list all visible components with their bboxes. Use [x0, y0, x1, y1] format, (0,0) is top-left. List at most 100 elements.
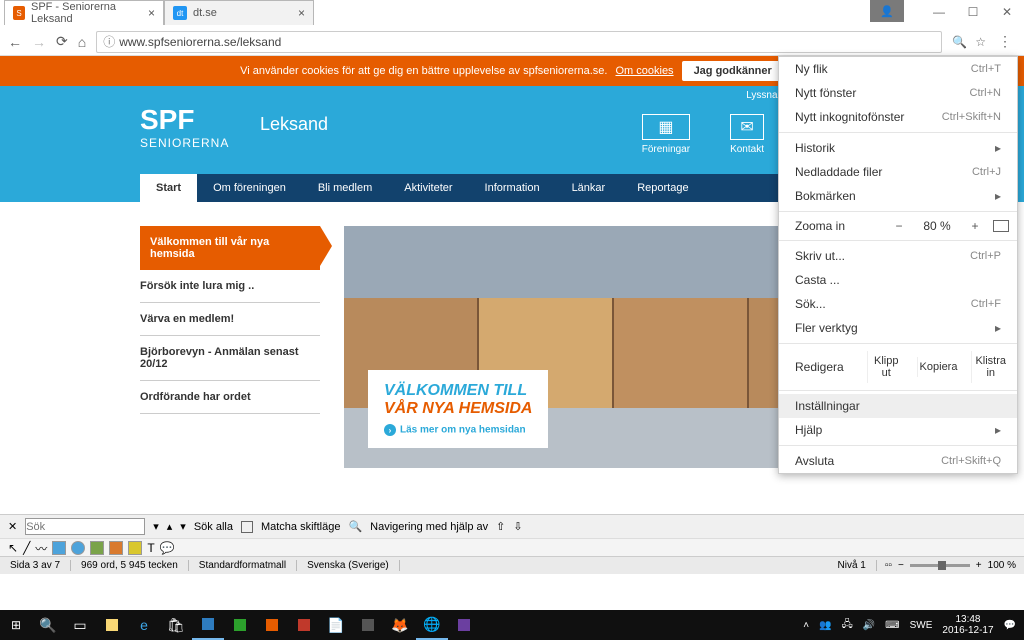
notifications-icon[interactable]: 💬: [1004, 620, 1016, 631]
keyboard-icon[interactable]: ⌨: [885, 620, 899, 631]
writer-icon[interactable]: [192, 610, 224, 640]
nav-up-icon[interactable]: ⇧: [496, 520, 505, 533]
zoom-in-button[interactable]: +: [965, 219, 985, 233]
start-button[interactable]: ⊞: [0, 610, 32, 640]
reload-icon[interactable]: ⟳: [56, 33, 68, 50]
search-icon[interactable]: 🔍: [32, 610, 64, 640]
app-icon[interactable]: [448, 610, 480, 640]
tray-up-icon[interactable]: ˄: [803, 620, 809, 631]
star-icon[interactable]: ☆: [975, 35, 986, 49]
site-logo[interactable]: SPF SENIORERNA: [140, 104, 229, 150]
foreningar-link[interactable]: ▦Föreningar: [642, 114, 690, 155]
find-prev-icon[interactable]: ▴: [167, 520, 173, 533]
taskview-icon[interactable]: ▭: [64, 610, 96, 640]
menu-help[interactable]: Hjälp▸: [779, 418, 1017, 442]
menu-settings[interactable]: Inställningar: [779, 394, 1017, 418]
home-icon[interactable]: ⌂: [78, 34, 86, 50]
menu-incognito[interactable]: Nytt inkognitofönsterCtrl+Skift+N: [779, 105, 1017, 129]
close-icon[interactable]: ×: [148, 6, 155, 20]
cookie-accept-button[interactable]: Jag godkänner: [682, 61, 784, 81]
menu-exit[interactable]: AvslutaCtrl+Skift+Q: [779, 449, 1017, 473]
list-item[interactable]: Björborevyn - Anmälan senast 20/12: [140, 336, 320, 381]
address-bar[interactable]: ⓘ www.spfseniorerna.se/leksand: [96, 31, 942, 53]
top-link[interactable]: Lyssna: [746, 90, 777, 101]
matchcase-checkbox[interactable]: [241, 521, 253, 533]
shape-icon[interactable]: [109, 541, 123, 555]
edge-icon[interactable]: e: [128, 610, 160, 640]
list-item[interactable]: Välkommen till vår nya hemsida: [140, 226, 320, 270]
rect-icon[interactable]: [52, 541, 66, 555]
kontakt-link[interactable]: ✉Kontakt: [730, 114, 764, 155]
people-icon[interactable]: 👥: [819, 620, 831, 631]
shape-icon[interactable]: [90, 541, 104, 555]
nav-information[interactable]: Information: [469, 174, 556, 202]
language-indicator[interactable]: SWE: [910, 620, 933, 631]
nav-down-icon[interactable]: ⇩: [513, 520, 522, 533]
list-item[interactable]: Försök inte lura mig ..: [140, 270, 320, 303]
explorer-icon[interactable]: [96, 610, 128, 640]
close-findbar-icon[interactable]: ✕: [8, 520, 17, 533]
menu-print[interactable]: Skriv ut...Ctrl+P: [779, 244, 1017, 268]
cut-button[interactable]: Klipp ut: [867, 351, 905, 383]
pointer-icon[interactable]: ↖: [8, 541, 18, 555]
menu-downloads[interactable]: Nedladdade filerCtrl+J: [779, 160, 1017, 184]
menu-cast[interactable]: Casta ...: [779, 268, 1017, 292]
nav-bli[interactable]: Bli medlem: [302, 174, 388, 202]
callout-icon[interactable]: 💬: [160, 541, 175, 555]
star-icon[interactable]: [128, 541, 142, 555]
menu-more-tools[interactable]: Fler verktyg▸: [779, 316, 1017, 340]
nav-icon[interactable]: 🔍: [348, 520, 362, 533]
nav-aktiviteter[interactable]: Aktiviteter: [388, 174, 468, 202]
menu-bookmarks[interactable]: Bokmärken▸: [779, 184, 1017, 208]
app-icon[interactable]: [256, 610, 288, 640]
menu-new-tab[interactable]: Ny flikCtrl+T: [779, 57, 1017, 81]
find-all-button[interactable]: Sök alla: [194, 521, 233, 533]
ellipse-icon[interactable]: [71, 541, 85, 555]
menu-new-window[interactable]: Nytt fönsterCtrl+N: [779, 81, 1017, 105]
find-next-icon[interactable]: ▾: [180, 520, 186, 533]
browser-tab-dt[interactable]: dt dt.se ×: [164, 0, 314, 25]
zoom-control[interactable]: ▫▫ −+ 100 %: [877, 560, 1024, 571]
paste-button[interactable]: Klistra in: [971, 351, 1009, 383]
app-icon[interactable]: [288, 610, 320, 640]
zoom-slider[interactable]: [910, 564, 970, 567]
forward-icon[interactable]: →: [32, 34, 46, 50]
firefox-icon[interactable]: 🦊: [384, 610, 416, 640]
zoom-out-button[interactable]: −: [889, 219, 909, 233]
list-item[interactable]: Ordförande har ordet: [140, 381, 320, 414]
menu-find[interactable]: Sök...Ctrl+F: [779, 292, 1017, 316]
store-icon[interactable]: 🛍: [160, 610, 192, 640]
list-item[interactable]: Värva en medlem!: [140, 303, 320, 336]
fullscreen-icon[interactable]: [993, 220, 1009, 232]
close-icon[interactable]: ×: [298, 6, 305, 20]
menu-history[interactable]: Historik▸: [779, 136, 1017, 160]
nav-start[interactable]: Start: [140, 174, 197, 202]
minimize-button[interactable]: —: [922, 1, 956, 23]
nav-lankar[interactable]: Länkar: [556, 174, 622, 202]
dropdown-icon[interactable]: ▾: [153, 520, 159, 533]
text-icon[interactable]: T: [147, 541, 154, 555]
app-icon[interactable]: 📄: [320, 610, 352, 640]
chrome-icon[interactable]: 🌐: [416, 610, 448, 640]
app-icon[interactable]: [224, 610, 256, 640]
menu-icon[interactable]: ⋮: [994, 31, 1016, 52]
copy-button[interactable]: Kopiera: [917, 357, 960, 377]
hero-link[interactable]: ›Läs mer om nya hemsidan: [384, 424, 532, 436]
cookie-link[interactable]: Om cookies: [615, 65, 673, 77]
browser-tab-spf[interactable]: S SPF - Seniorerna Leksand ×: [4, 0, 164, 25]
view-icon[interactable]: ▫▫: [885, 560, 892, 571]
curve-icon[interactable]: 〰: [35, 540, 47, 557]
find-input[interactable]: [25, 518, 145, 535]
back-icon[interactable]: ←: [8, 34, 22, 50]
close-button[interactable]: ✕: [990, 1, 1024, 23]
zoom-icon[interactable]: 🔍: [952, 35, 967, 49]
user-icon[interactable]: 👤: [870, 0, 904, 22]
nav-reportage[interactable]: Reportage: [621, 174, 704, 202]
volume-icon[interactable]: 🔊: [863, 620, 875, 631]
app-icon[interactable]: [352, 610, 384, 640]
nav-om[interactable]: Om föreningen: [197, 174, 302, 202]
network-icon[interactable]: 🖧: [842, 617, 853, 634]
maximize-button[interactable]: ☐: [956, 1, 990, 23]
line-icon[interactable]: ╱: [23, 541, 30, 555]
clock[interactable]: 13:48 2016-12-17: [942, 614, 993, 636]
